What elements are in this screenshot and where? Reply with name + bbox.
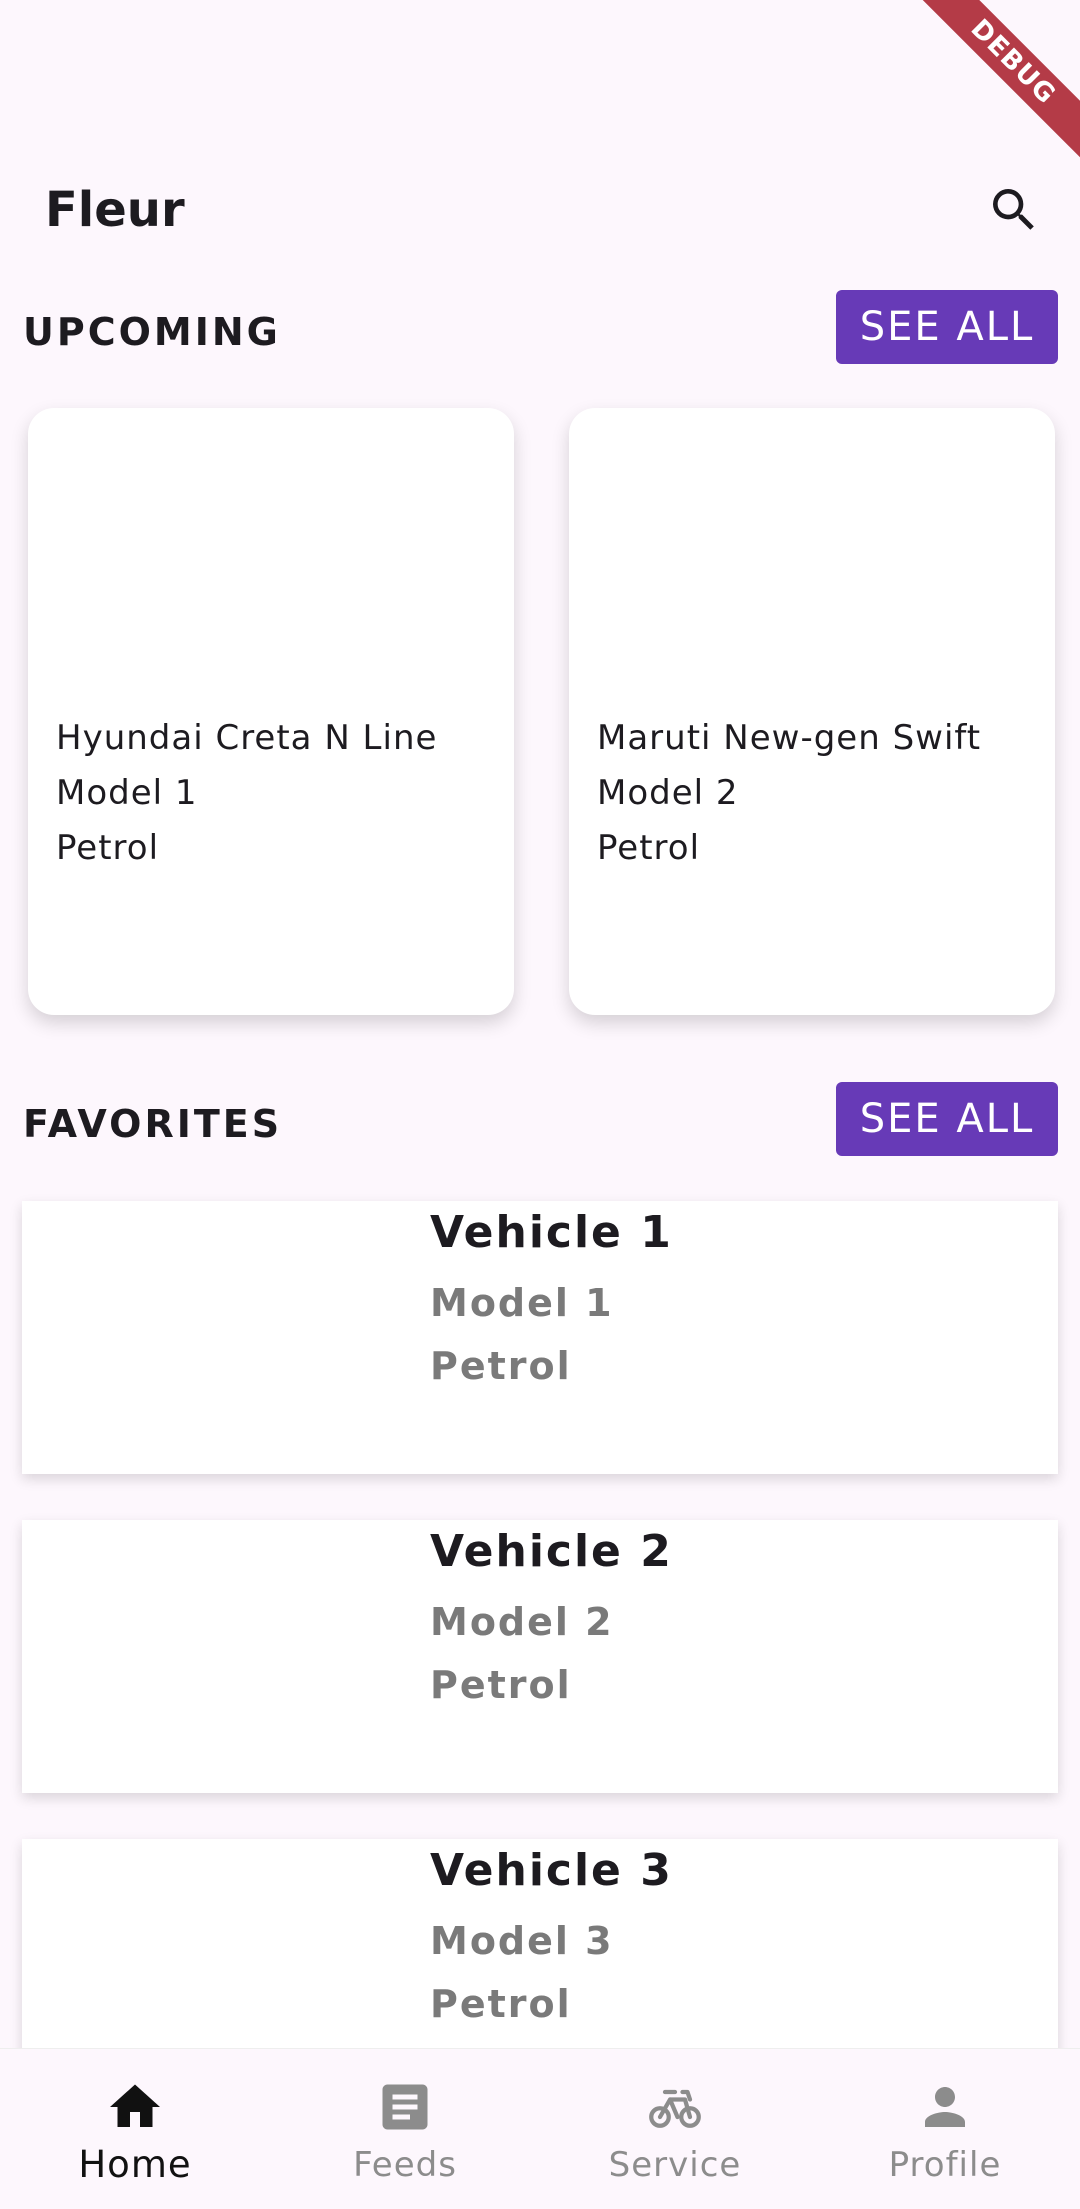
favorite-vehicle-model: Model 3	[430, 1919, 614, 1963]
favorite-vehicle-card[interactable]: Vehicle 1 Model 1 Petrol	[22, 1201, 1058, 1474]
upcoming-card[interactable]: Hyundai Creta N Line Model 1 Petrol	[28, 408, 514, 1015]
upcoming-section-header: UPCOMING SEE ALL	[0, 290, 1080, 370]
app-title: Fleur	[45, 182, 185, 238]
upcoming-card-fuel: Petrol	[56, 828, 160, 868]
upcoming-card-text: Maruti New-gen Swift Model 2 Petrol	[597, 711, 981, 876]
favorite-vehicle-model: Model 1	[430, 1281, 614, 1325]
favorite-vehicle-fuel: Petrol	[430, 1344, 572, 1388]
nav-label-service: Service	[608, 2145, 742, 2185]
nav-item-home[interactable]: Home	[0, 2049, 270, 2209]
nav-label-profile: Profile	[888, 2145, 1002, 2185]
upcoming-card-name: Maruti New-gen Swift	[597, 718, 982, 758]
upcoming-card[interactable]: Maruti New-gen Swift Model 2 Petrol	[569, 408, 1055, 1015]
favorites-title: FAVORITES	[23, 1102, 283, 1146]
favorites-section-header: FAVORITES SEE ALL	[0, 1082, 1080, 1162]
nav-label-home: Home	[78, 2143, 192, 2186]
debug-banner: DEBUG	[900, 0, 1080, 180]
upcoming-title: UPCOMING	[23, 310, 281, 354]
favorite-vehicle-card[interactable]: Vehicle 2 Model 2 Petrol	[22, 1520, 1058, 1793]
upcoming-see-all-button[interactable]: SEE ALL	[836, 290, 1058, 364]
article-icon	[382, 2084, 428, 2130]
upcoming-card-fuel: Petrol	[597, 828, 701, 868]
nav-item-feeds[interactable]: Feeds	[270, 2049, 540, 2209]
upcoming-card-model: Model 2	[597, 773, 739, 813]
favorite-vehicle-name: Vehicle 3	[430, 1845, 673, 1896]
person-icon	[925, 2087, 965, 2127]
pedal-bike-icon	[649, 2089, 701, 2128]
search-button[interactable]	[978, 174, 1050, 246]
search-icon	[993, 189, 1034, 230]
bottom-navigation-bar: Home Feeds Service Profile	[0, 2048, 1080, 2209]
favorite-vehicle-model: Model 2	[430, 1600, 614, 1644]
upcoming-card-name: Hyundai Creta N Line	[56, 718, 438, 758]
nav-label-feeds: Feeds	[353, 2145, 457, 2185]
nav-item-service[interactable]: Service	[540, 2049, 810, 2209]
favorite-vehicle-fuel: Petrol	[430, 1982, 572, 2026]
upcoming-card-model: Model 1	[56, 773, 198, 813]
favorite-vehicle-name: Vehicle 2	[430, 1526, 673, 1577]
favorite-vehicle-fuel: Petrol	[430, 1663, 572, 1707]
favorites-see-all-button[interactable]: SEE ALL	[836, 1082, 1058, 1156]
debug-banner-label: DEBUG	[910, 0, 1080, 165]
favorite-vehicle-name: Vehicle 1	[430, 1207, 673, 1258]
nav-item-profile[interactable]: Profile	[810, 2049, 1080, 2209]
upcoming-card-text: Hyundai Creta N Line Model 1 Petrol	[56, 711, 437, 876]
home-icon	[110, 2084, 160, 2127]
